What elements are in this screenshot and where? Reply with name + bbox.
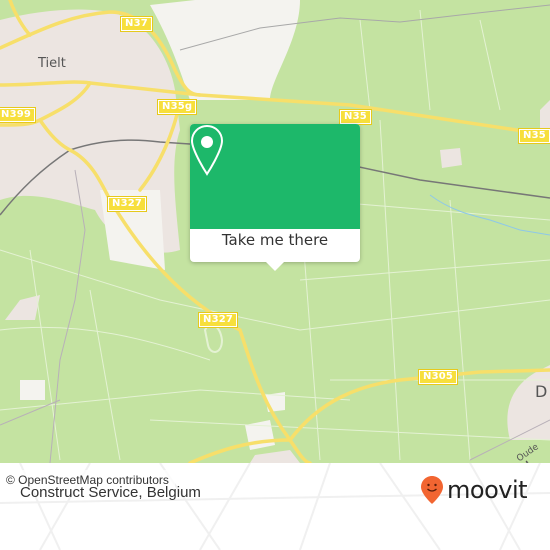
- urban-patch: [20, 380, 45, 400]
- urban-patch: [440, 148, 462, 168]
- boundary-line: [49, 169, 86, 463]
- road-badge-n305: N305: [417, 369, 459, 385]
- urban-patch: [5, 295, 40, 320]
- take-me-there-popup[interactable]: Take me there: [190, 124, 360, 271]
- road-badge-n327: N327: [197, 312, 239, 328]
- location-pin-icon: [190, 124, 224, 176]
- urban-patch: [250, 450, 300, 463]
- map[interactable]: Tielt D Oude M N37 N35g N35 N35 N399 N32…: [0, 0, 550, 463]
- track-oval: [203, 323, 224, 353]
- road-badge-n37: N37: [120, 16, 153, 32]
- road-badge-n327: N327: [106, 196, 148, 212]
- road-badge-n35g: N35g: [156, 99, 198, 115]
- moovit-wordmark: moovit: [447, 476, 528, 504]
- take-me-there-button[interactable]: Take me there: [190, 231, 360, 249]
- moovit-logo[interactable]: moovit: [420, 475, 528, 505]
- moovit-smiley-pin-icon: [421, 476, 443, 504]
- place-name: Construct Service, Belgium: [20, 484, 201, 501]
- road-badge-n399: N399: [0, 107, 37, 123]
- boundary-line: [0, 399, 61, 426]
- urban-area-east: [507, 365, 550, 440]
- road-badge-n35: N35: [339, 109, 372, 125]
- road-badge-n35: N35: [518, 128, 550, 144]
- popup-pointer: [266, 262, 284, 271]
- town-label-partial: D: [535, 382, 548, 401]
- popup-header: [190, 124, 360, 229]
- town-label-tielt: Tielt: [38, 56, 66, 71]
